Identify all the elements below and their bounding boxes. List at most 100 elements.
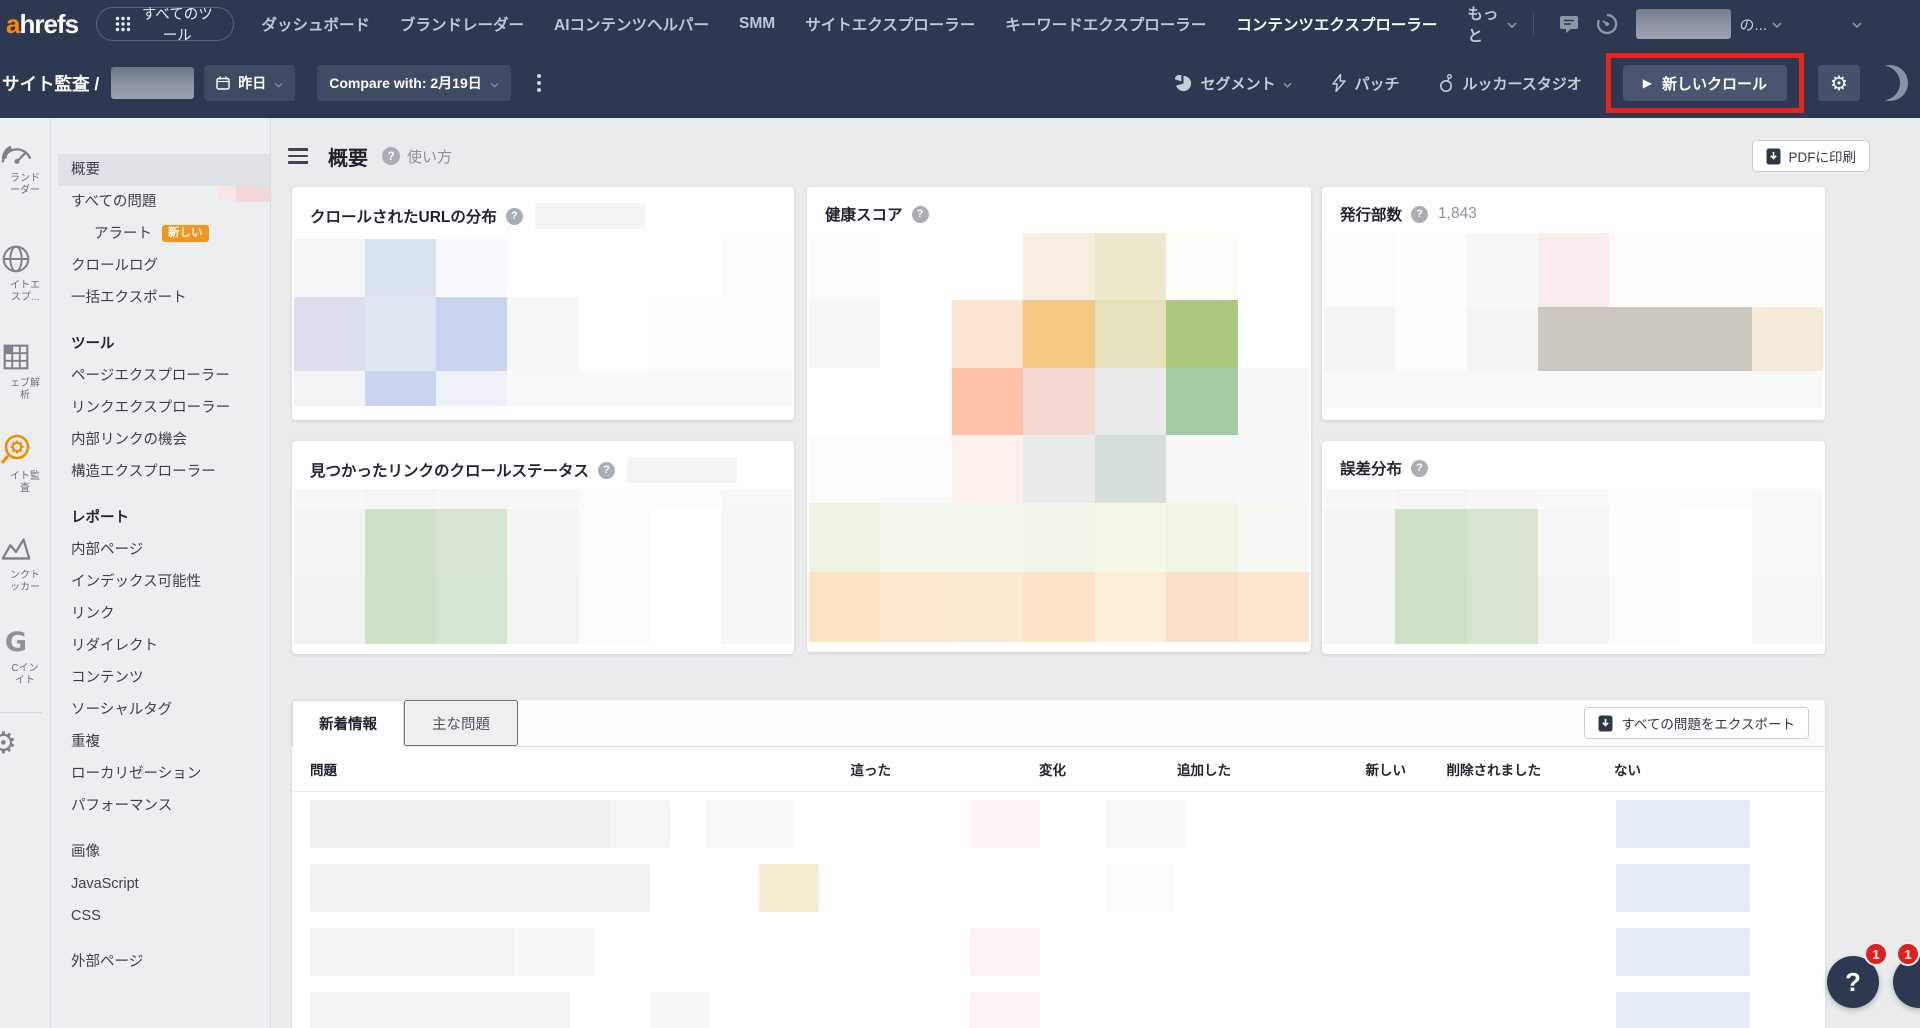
column-header-変化[interactable]: 変化 — [891, 759, 1066, 779]
rail-item-rank-tracker[interactable]: ンクト ッカー — [0, 530, 50, 594]
help-icon[interactable]: ? — [1411, 459, 1429, 477]
nav-item-SMM[interactable]: SMM — [739, 15, 775, 33]
help-icon[interactable]: ? — [382, 147, 400, 165]
sidebar-item-一括エクスポート[interactable]: 一括エクスポート — [51, 282, 270, 314]
rail-item-brand-radar[interactable]: ランド ーダー — [0, 133, 50, 197]
tab-主な問題[interactable]: 主な問題 — [404, 700, 518, 746]
date-selector-button[interactable]: 昨日 — [204, 65, 296, 101]
account-chevron-down-icon[interactable] — [1772, 15, 1782, 33]
mosaic-cell — [436, 370, 508, 406]
redacted-cell-block — [310, 928, 515, 976]
mosaic-row — [294, 370, 792, 406]
nav-item-コンテンツエクスプローラー[interactable]: コンテンツエクスプローラー — [1236, 13, 1437, 35]
export-all-issues-button[interactable]: すべての問題をエクスポート — [1584, 707, 1809, 739]
patch-button[interactable]: パッチ — [1332, 73, 1399, 94]
rail-item-label: イト監 査 — [10, 471, 40, 494]
new-crawl-button[interactable]: ▶ 新しいクロール — [1622, 65, 1787, 101]
sidebar-item-パフォーマンス[interactable]: パフォーマンス — [51, 790, 270, 822]
looker-studio-icon — [1439, 73, 1454, 93]
column-header-ない[interactable]: ない — [1541, 759, 1641, 779]
sidebar-item-JavaScript[interactable]: JavaScript — [51, 868, 270, 900]
rail-item-site-audit[interactable]: イト監 査 — [0, 431, 50, 495]
column-header-這った[interactable]: 這った — [711, 759, 892, 779]
mosaic-cell — [1166, 502, 1238, 573]
sidebar-item-すべての問題[interactable]: すべての問題 — [51, 186, 270, 218]
sidebar-item-リンクエクスプローラー[interactable]: リンクエクスプローラー — [51, 392, 270, 424]
column-header-追加した[interactable]: 追加した — [1066, 759, 1231, 779]
mosaic-cell — [809, 233, 881, 301]
nav-item-ブランドレーダー[interactable]: ブランドレーダー — [400, 13, 524, 35]
site-explorer-icon — [0, 240, 35, 278]
help-icon[interactable]: ? — [911, 205, 929, 223]
mosaic-cell — [880, 300, 952, 368]
sidebar-item-CSS[interactable]: CSS — [51, 900, 270, 932]
nav-more[interactable]: もっと — [1467, 2, 1517, 46]
mosaic-cell — [1395, 509, 1467, 577]
tab-新着情報[interactable]: 新着情報 — [292, 700, 404, 747]
sidebar-item-ページエクスプローラー[interactable]: ページエクスプローラー — [51, 360, 270, 392]
looker-studio-button[interactable]: ルッカースタジオ — [1439, 73, 1582, 94]
help-icon[interactable]: ? — [505, 207, 523, 225]
sidebar-section-header: レポート — [71, 510, 129, 526]
sidebar-item-構造エクスプローラー[interactable]: 構造エクスプローラー — [51, 456, 270, 488]
redacted-cell-block — [970, 992, 1040, 1028]
more-options-kebab-icon[interactable] — [533, 70, 545, 96]
print-pdf-button[interactable]: PDFに印刷 — [1751, 140, 1870, 172]
help-icon[interactable]: ? — [1411, 205, 1429, 223]
compare-label: Compare with: 2月19日 — [329, 75, 482, 91]
issues-table-body — [292, 792, 1825, 1028]
settings-gear-icon[interactable]: ⚙ — [1818, 65, 1860, 101]
sidebar-item-リダイレクト[interactable]: リダイレクト — [51, 630, 270, 662]
mosaic-cell — [294, 239, 366, 298]
table-row-redacted[interactable] — [292, 920, 1825, 984]
segment-dropdown[interactable]: セグメント — [1175, 73, 1293, 94]
mosaic-cell — [1023, 502, 1095, 573]
account-suffix-label[interactable]: の... — [1739, 14, 1767, 35]
nav-item-キーワードエクスプローラー[interactable]: キーワードエクスプローラー — [1005, 13, 1206, 35]
sidebar-item-重複[interactable]: 重複 — [51, 726, 270, 758]
sidebar-item-リンク[interactable]: リンク — [51, 598, 270, 630]
hamburger-menu-icon[interactable] — [284, 144, 312, 168]
feedback-icon[interactable] — [1558, 14, 1580, 34]
sidebar-item-外部ページ[interactable]: 外部ページ — [51, 946, 270, 978]
sidebar-item-画像[interactable]: 画像 — [51, 836, 270, 868]
sidebar-item-内部リンクの機会[interactable]: 内部リンクの機会 — [51, 424, 270, 456]
mosaic-cell — [809, 367, 881, 436]
sidebar-item-クロールログ[interactable]: クロールログ — [51, 250, 270, 282]
nav-item-AIコンテンツヘルパー[interactable]: AIコンテンツヘルパー — [554, 13, 709, 35]
ahrefs-site-audit-app: ahrefs すべてのツール ダッシュボード ブランドレーダー AIコンテンツヘルパ… — [0, 0, 1920, 1028]
sidebar-item-コンテンツ[interactable]: コンテンツ — [51, 662, 270, 694]
usage-guide-link[interactable]: 使い方 — [407, 146, 452, 167]
rail-settings-gear-icon[interactable]: ⚙ — [0, 726, 17, 761]
compare-with-button[interactable]: Compare with: 2月19日 — [317, 65, 511, 101]
sidebar-item-内部ページ[interactable]: 内部ページ — [51, 534, 270, 566]
nav-item-ダッシュボード[interactable]: ダッシュボード — [262, 13, 371, 35]
mosaic-cell — [578, 576, 650, 644]
header-collapse-chevron-icon[interactable] — [1852, 15, 1862, 33]
table-row-redacted[interactable] — [292, 984, 1825, 1028]
sidebar-item-概要[interactable]: 概要 — [58, 154, 270, 186]
mosaic-cell — [507, 509, 579, 577]
table-row-redacted[interactable] — [292, 792, 1825, 856]
sidebar-item-インデックス可能性[interactable]: インデックス可能性 — [51, 566, 270, 598]
column-header-削除されました[interactable]: 削除されました — [1406, 759, 1542, 779]
rail-item-sc-insights[interactable]: G Cイン イト — [0, 623, 50, 687]
column-header-問題[interactable]: 問題 — [310, 759, 711, 779]
collapsed-avatar-icon[interactable] — [1872, 65, 1908, 101]
card-title: 見つかったリンクのクロールステータス — [310, 463, 590, 480]
table-row-redacted[interactable] — [292, 856, 1825, 920]
all-tools-button[interactable]: すべてのツール — [96, 7, 234, 44]
sidebar-item-ソーシャルタグ[interactable]: ソーシャルタグ — [51, 694, 270, 726]
report-sidebar: 概要 すべての問題 アラート 新しい クロールログ 一括エクスポート ツール ページエクスプロ… — [51, 118, 271, 1028]
rail-item-web-analytics[interactable]: ェブ解 析 — [0, 338, 50, 402]
crawl-credits-meter-icon[interactable] — [1596, 13, 1618, 35]
nav-item-サイトエクスプローラー[interactable]: サイトエクスプローラー — [805, 13, 975, 35]
rail-item-site-explorer[interactable]: イトエ スプ... — [0, 240, 50, 304]
page-title: 概要 — [328, 147, 368, 170]
sidebar-item-アラート[interactable]: アラート 新しい — [51, 218, 270, 250]
ahrefs-logo[interactable]: ahrefs — [6, 0, 79, 48]
mosaic-cell — [578, 239, 650, 298]
column-header-新しい[interactable]: 新しい — [1231, 759, 1407, 779]
help-icon[interactable]: ? — [598, 461, 616, 479]
sidebar-item-ローカリゼーション[interactable]: ローカリゼーション — [51, 758, 270, 790]
